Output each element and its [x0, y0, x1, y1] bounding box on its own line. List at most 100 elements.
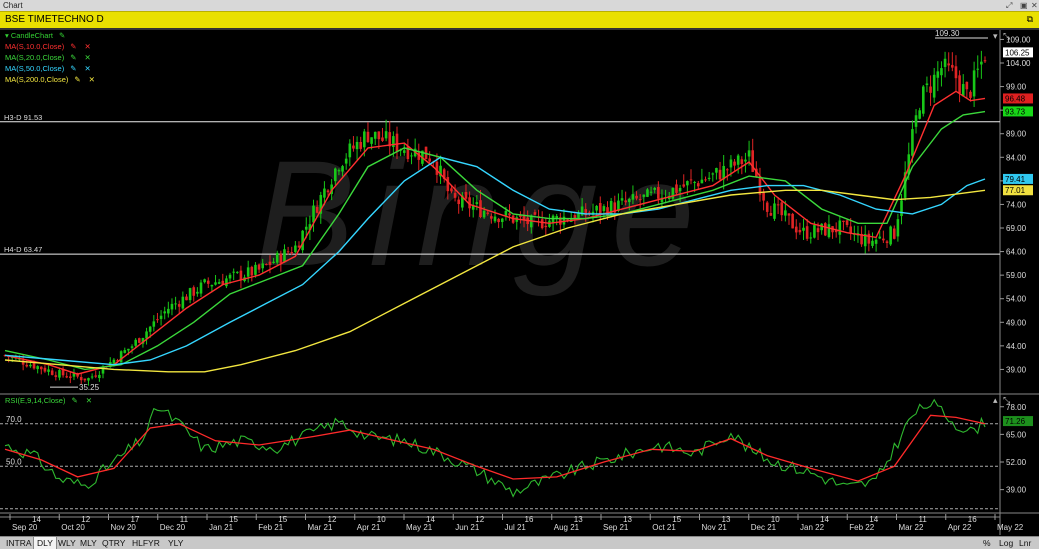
legend-item[interactable]: MA(S,50.0,Close) ✎ ✕	[5, 64, 91, 73]
candle-body	[682, 184, 686, 187]
candle-body	[497, 218, 500, 223]
periodicity-tab-yly[interactable]: YLY	[165, 537, 186, 549]
candle-body	[388, 132, 392, 147]
candle-body	[275, 252, 279, 263]
candle-body	[87, 378, 90, 381]
candle-body	[381, 137, 384, 141]
time-day-label: 11	[919, 515, 928, 524]
percent-scale-button[interactable]: %	[983, 537, 991, 549]
candle-body	[845, 220, 849, 225]
candle-body	[972, 70, 976, 97]
candle-body	[137, 338, 141, 343]
pencil-icon[interactable]: ✎	[59, 31, 65, 40]
pencil-icon[interactable]: ✎	[74, 75, 80, 84]
pencil-icon[interactable]: ✎	[70, 42, 76, 51]
candle-body	[410, 155, 413, 157]
candle-body	[450, 188, 453, 192]
pencil-icon[interactable]: ✎	[70, 53, 76, 62]
high-annotation: 109.30	[935, 29, 960, 38]
time-day-label: 12	[475, 515, 484, 524]
candle-body	[932, 74, 936, 98]
legend-item[interactable]: MA(S,10.0,Close) ✎ ✕	[5, 42, 91, 51]
candle-body	[159, 315, 163, 319]
close-x-icon[interactable]: ✕	[86, 396, 92, 405]
candle-body	[867, 233, 871, 244]
candle-body	[279, 253, 283, 263]
linear-scale-button[interactable]: Lnr	[1019, 537, 1031, 549]
candle-body	[802, 227, 805, 231]
time-day-label: 15	[229, 515, 238, 524]
collapse-triangle-icon[interactable]: ▾	[993, 31, 998, 42]
candle-body	[464, 191, 468, 199]
low-annotation: 35.25	[79, 383, 100, 392]
collapse-triangle-icon[interactable]: ▴	[993, 395, 998, 406]
periodicity-tab-mly[interactable]: MLY	[77, 537, 100, 549]
candle-body	[976, 68, 980, 70]
candle-body	[127, 348, 130, 351]
time-month-label: Oct 20	[61, 523, 85, 532]
pencil-icon[interactable]: ✎	[71, 396, 77, 405]
candle-body	[268, 261, 272, 266]
candle-body	[177, 304, 181, 307]
rsi-legend-item[interactable]: RSI(E,9,14,Close) ✎ ✕	[5, 396, 92, 405]
candle-body	[954, 66, 958, 79]
candle-body	[798, 229, 802, 233]
candle-body	[54, 375, 58, 377]
periodicity-tab-wly[interactable]: WLY	[55, 537, 79, 549]
expand-icon[interactable]: ⤡	[1003, 395, 1010, 406]
periodicity-tab-qtry[interactable]: QTRY	[99, 537, 128, 549]
candle-body	[355, 141, 359, 150]
candle-body	[196, 291, 199, 294]
legend-item[interactable]: MA(S,200.0,Close) ✎ ✕	[5, 75, 95, 84]
legend-item[interactable]: MA(S,20.0,Close) ✎ ✕	[5, 53, 91, 62]
time-day-label: 13	[623, 515, 632, 524]
price-value-label: 77.01	[1005, 186, 1026, 195]
close-x-icon[interactable]: ✕	[84, 42, 90, 51]
legend-label: MA(S,20.0,Close)	[5, 53, 65, 62]
candle-body	[958, 75, 961, 94]
candle-body	[791, 213, 794, 229]
log-scale-button[interactable]: Log	[999, 537, 1013, 549]
candle-body	[914, 115, 918, 127]
candle-body	[373, 131, 377, 139]
candle-body	[43, 367, 47, 372]
periodicity-tab-dly[interactable]: DLY	[33, 537, 57, 549]
candle-body	[32, 363, 36, 369]
time-month-label: Oct 21	[652, 523, 676, 532]
legend-item[interactable]: ▾ CandleChart ✎	[5, 31, 65, 40]
candle-body	[540, 219, 544, 229]
candle-body	[744, 159, 747, 162]
legend-label: MA(S,50.0,Close)	[5, 64, 65, 73]
candle-body	[871, 240, 874, 246]
periodicity-tab-intra[interactable]: INTRA	[3, 537, 35, 549]
close-x-icon[interactable]: ✕	[84, 64, 90, 73]
candle-body	[733, 161, 736, 166]
watermark-text: Binge	[255, 129, 709, 297]
candle-body	[813, 225, 816, 238]
candle-body	[940, 68, 943, 76]
expand-icon[interactable]: ⤡	[1003, 31, 1010, 42]
time-day-label: 12	[328, 515, 337, 524]
candle-body	[711, 173, 715, 175]
candle-body	[700, 179, 704, 184]
candle-body	[239, 270, 243, 281]
periodicity-tab-hlfyr[interactable]: HLFYR	[129, 537, 163, 549]
candle-body	[816, 228, 820, 233]
candle-body	[130, 346, 134, 348]
pencil-icon[interactable]: ✎	[70, 64, 76, 73]
candle-body	[286, 251, 290, 253]
legend-label: MA(S,200.0,Close)	[5, 75, 69, 84]
candle-body	[947, 63, 951, 66]
time-day-label: 14	[869, 515, 878, 524]
time-day-label: 14	[32, 515, 41, 524]
candle-body	[653, 187, 657, 190]
time-month-label: May 21	[406, 523, 433, 532]
candle-body	[170, 303, 174, 310]
time-month-label: Nov 20	[111, 523, 137, 532]
time-month-label: Jun 21	[455, 523, 480, 532]
close-x-icon[interactable]: ✕	[84, 53, 90, 62]
close-x-icon[interactable]: ✕	[89, 75, 95, 84]
rsi-legend-label: RSI(E,9,14,Close)	[5, 396, 66, 405]
chart-area[interactable]: Binge109.00104.0099.0094.0089.0084.0079.…	[0, 0, 1039, 549]
candle-body	[882, 238, 885, 241]
